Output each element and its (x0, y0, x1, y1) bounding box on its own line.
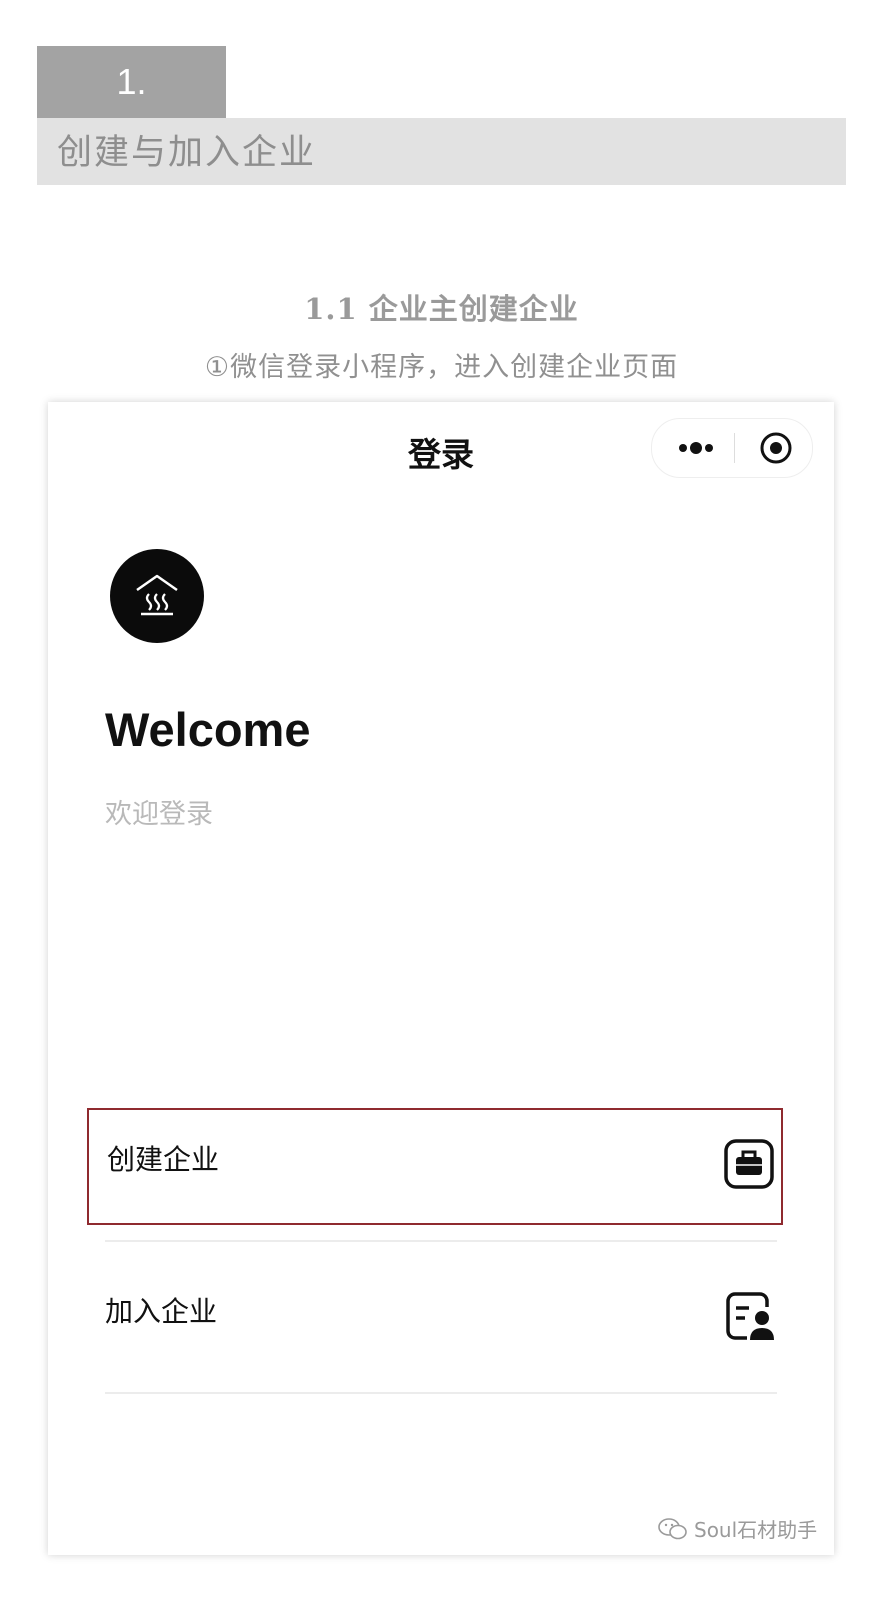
house-steam-icon (110, 549, 204, 643)
section-title-bar: 创建与加入企业 (37, 118, 846, 185)
briefcase-icon (724, 1139, 774, 1189)
more-dots-icon[interactable] (666, 419, 726, 477)
step-caption: ①微信登录小程序，进入创建企业页面 (204, 352, 679, 383)
option-divider (105, 1240, 777, 1242)
welcome-heading: Welcome (105, 703, 311, 756)
watermark-text: Soul石材助手 (694, 1518, 818, 1542)
subheading: 1.1 企业主创建企业 (304, 292, 579, 326)
watermark: Soul石材助手 (658, 1514, 817, 1543)
section-title: 创建与加入企业 (57, 133, 317, 173)
tutorial-page: 1. 创建与加入企业 1.1 企业主创建企业 ①微信登录小程序，进入创建企业页面… (0, 0, 893, 1604)
capsule-divider (734, 433, 735, 463)
section-number: 1. (37, 46, 226, 118)
phone-screenshot: 登录 Welcome 欢迎登录 创建企业 加入企业 Soul石材助手 (48, 402, 834, 1555)
create-enterprise-label: 创建企业 (107, 1143, 220, 1176)
option-divider (105, 1392, 777, 1394)
welcome-subtitle: 欢迎登录 (105, 799, 213, 830)
wechat-icon (658, 1517, 687, 1539)
join-enterprise-option[interactable]: 加入企业 (87, 1262, 783, 1379)
id-card-person-icon (726, 1292, 774, 1340)
miniprogram-capsule (651, 418, 813, 478)
target-circle-icon[interactable] (752, 419, 800, 477)
join-enterprise-label: 加入企业 (105, 1295, 218, 1328)
create-enterprise-option[interactable]: 创建企业 (87, 1108, 783, 1225)
